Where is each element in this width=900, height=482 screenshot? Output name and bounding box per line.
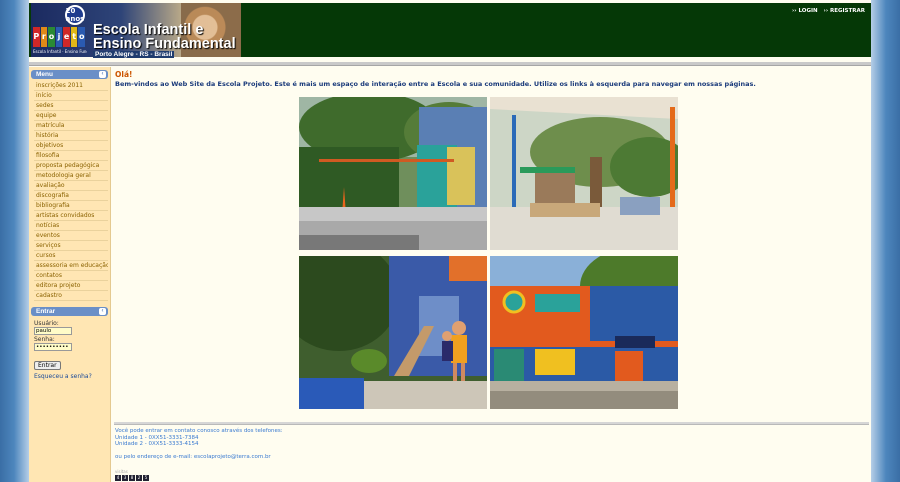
menu-item[interactable]: artistas convidados (34, 211, 108, 221)
school-title-line2: Ensino Fundamental (93, 36, 236, 52)
top-links: ›› LOGIN ›› REGISTRAR (788, 8, 865, 14)
visit-counter: 4 3 8 2 5 (115, 475, 149, 481)
menu-item[interactable]: matrícula (34, 121, 108, 131)
school-title-line1: Escola Infantil e (93, 22, 204, 38)
menu-item[interactable]: eventos (34, 231, 108, 241)
collapse-arrow-icon[interactable]: ‹ (99, 308, 106, 315)
brand-letter: o (78, 27, 86, 47)
anniversary-badge: 20 anos (65, 5, 85, 25)
menu-list: inscrições 2011 início sedes equipe matrícul… (34, 81, 108, 301)
brand-caption: Escola Infantil · Ensino Fundamental (33, 49, 87, 54)
menu-item[interactable]: bibliografia (34, 201, 108, 211)
menu-item[interactable]: avaliação (34, 181, 108, 191)
counter-digit: 4 (115, 475, 121, 481)
school-title: Escola Infantil e Ensino Fundamental (93, 22, 236, 52)
school-photo-building (490, 256, 678, 409)
enter-button[interactable]: Entrar (34, 361, 61, 370)
menu-item[interactable]: história (34, 131, 108, 141)
menu-item[interactable]: objetivos (34, 141, 108, 151)
counter-digit: 5 (143, 475, 149, 481)
login-form: Usuário: Senha: Entrar Esqueceu a senha? (29, 318, 110, 382)
menu-item[interactable]: cadastro (34, 291, 108, 301)
menu-item[interactable]: editora projeto (34, 281, 108, 291)
register-link[interactable]: ›› REGISTRAR (824, 8, 865, 14)
counter-digit: 8 (129, 475, 135, 481)
menu-item[interactable]: equipe (34, 111, 108, 121)
brand-letter: o (48, 27, 55, 47)
school-photo-courtyard (299, 256, 487, 409)
menu-item[interactable]: notícias (34, 221, 108, 231)
menu-header[interactable]: Menu ‹ (31, 70, 108, 79)
username-input[interactable] (34, 327, 72, 335)
school-photo-entrance (299, 97, 487, 250)
forgot-password-link[interactable]: Esqueceu a senha? (34, 373, 105, 380)
counter-digit: 2 (136, 475, 142, 481)
menu-item[interactable]: inscrições 2011 (34, 81, 108, 91)
visit-counter-label: visitas (115, 469, 128, 474)
site-header: 20 anos P r o j e t o Escola Infantil · … (29, 3, 871, 58)
menu-item[interactable]: início (34, 91, 108, 101)
main-content: Olá! Bem-vindos ao Web Site da Escola Pr… (114, 67, 869, 482)
page: 20 anos P r o j e t o Escola Infantil · … (29, 0, 871, 482)
brand-letter: r (40, 27, 48, 47)
counter-digit: 3 (122, 475, 128, 481)
school-photo-playground (490, 97, 678, 250)
login-header[interactable]: Entrar ‹ (31, 307, 108, 316)
logo-area[interactable]: 20 anos P r o j e t o Escola Infantil · … (31, 3, 241, 58)
password-label: Senha: (34, 336, 55, 343)
login-link[interactable]: ›› LOGIN (792, 8, 818, 14)
menu-title: Menu (36, 71, 53, 78)
menu-item[interactable]: serviços (34, 241, 108, 251)
collapse-arrow-icon[interactable]: ‹ (99, 71, 106, 78)
menu-item[interactable]: proposta pedagógica (34, 161, 108, 171)
contact-intro: Você pode entrar em contato conosco atra… (115, 428, 283, 434)
sidebar: Menu ‹ inscrições 2011 início sedes equipe m… (29, 67, 111, 482)
footer-divider (114, 422, 869, 425)
menu-item[interactable]: sedes (34, 101, 108, 111)
brand-letter: t (70, 27, 78, 47)
brand-logo: P r o j e t o (33, 27, 86, 47)
menu-item[interactable]: metodologia geral (34, 171, 108, 181)
brand-letter: e (63, 27, 70, 47)
school-location: Porto Alegre - RS - Brasil (93, 51, 175, 58)
brand-letter: j (55, 27, 63, 47)
menu-item[interactable]: filosofia (34, 151, 108, 161)
welcome-text: Bem-vindos ao Web Site da Escola Projeto… (115, 80, 756, 88)
menu-item[interactable]: discografia (34, 191, 108, 201)
menu-item[interactable]: assessoria em educação (34, 261, 108, 271)
menu-item[interactable]: contatos (34, 271, 108, 281)
password-input[interactable] (34, 343, 72, 351)
email-line[interactable]: ou pelo endereço de e-mail: escolaprojet… (115, 454, 283, 461)
header-divider (29, 62, 871, 66)
contact-info: Você pode entrar em contato conosco atra… (115, 428, 283, 461)
username-label: Usuário: (34, 320, 59, 327)
menu-item[interactable]: cursos (34, 251, 108, 261)
brand-letter: P (33, 27, 40, 47)
greeting: Olá! (115, 70, 133, 79)
login-title: Entrar (36, 308, 56, 315)
